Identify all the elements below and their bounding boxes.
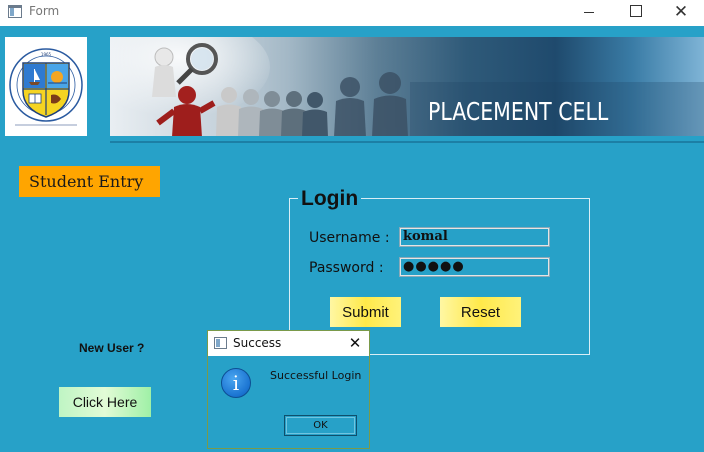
username-field[interactable]: komal (399, 227, 550, 247)
dialog-title: Success (233, 336, 282, 350)
login-legend: Login (298, 187, 362, 211)
dialog-titlebar: Success ✕ (208, 331, 369, 356)
window-close-button[interactable]: ✕ (658, 0, 704, 26)
banner-title: PLACEMENT CELL (428, 97, 609, 126)
reset-button[interactable]: Reset (440, 297, 521, 327)
minimize-button[interactable] (566, 0, 612, 26)
window-titlebar: Form ✕ (0, 0, 704, 26)
student-entry-button[interactable]: Student Entry (19, 166, 160, 197)
maximize-button[interactable] (612, 0, 658, 26)
dialog-close-button[interactable]: ✕ (344, 332, 366, 354)
college-logo: 1965 (5, 37, 87, 136)
placement-cell-banner: PLACEMENT CELL (110, 37, 704, 136)
app-window-icon (8, 5, 22, 18)
submit-button[interactable]: Submit (330, 297, 401, 327)
success-dialog: Success ✕ i Successful Login OK (207, 330, 370, 449)
header-divider (110, 141, 704, 143)
dialog-window-icon (214, 337, 227, 349)
username-label: Username : (309, 230, 390, 246)
info-icon: i (221, 368, 251, 398)
password-field[interactable]: ●●●●● (399, 257, 550, 277)
new-user-label: New User ? (79, 341, 145, 355)
dialog-message: Successful Login (270, 369, 362, 382)
click-here-button[interactable]: Click Here (59, 387, 151, 417)
ok-button[interactable]: OK (284, 415, 357, 436)
window-title: Form (29, 4, 60, 18)
password-label: Password : (309, 260, 384, 276)
logo-year: 1965 (41, 52, 52, 57)
